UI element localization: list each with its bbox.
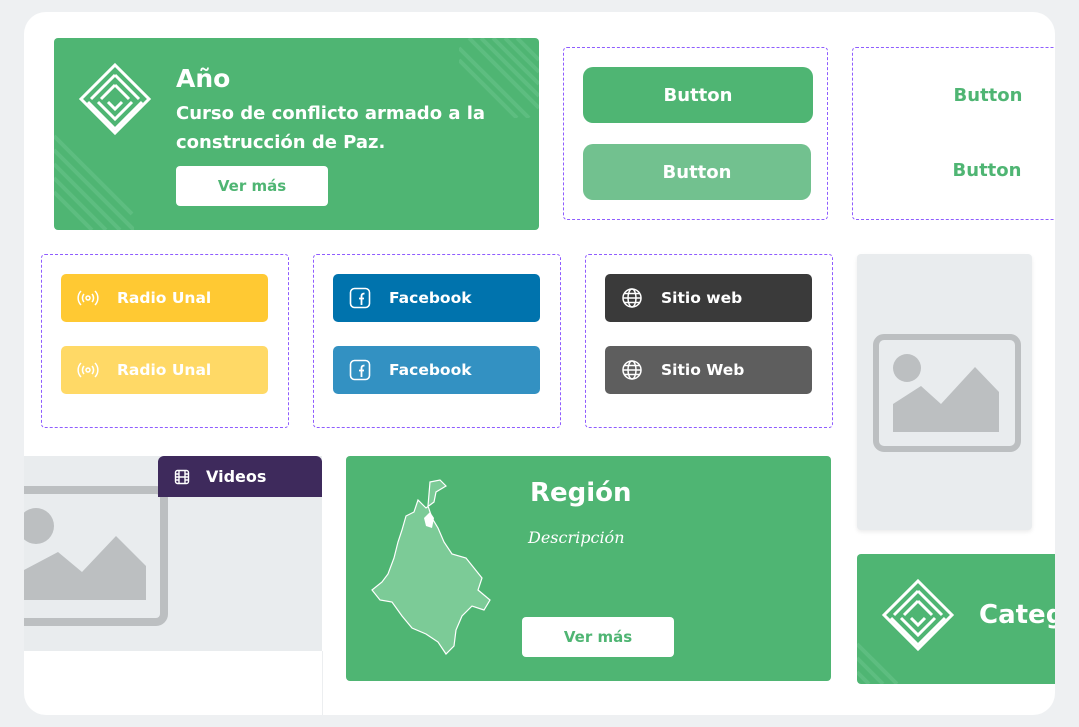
- radio-unal-label: Radio Unal: [117, 361, 212, 379]
- filled-buttons-group: Button Button: [563, 47, 828, 220]
- facebook-label: Facebook: [389, 289, 472, 307]
- image-card[interactable]: [857, 254, 1032, 530]
- radio-buttons-group: Radio Unal Radio Unal: [41, 254, 289, 428]
- videos-tab-label: Videos: [206, 467, 267, 486]
- globe-icon: [621, 287, 643, 309]
- unal-logo-icon: [881, 578, 955, 652]
- category-card: Catego: [857, 554, 1055, 684]
- film-icon: [174, 469, 190, 485]
- region-card: Región Descripción Ver más: [346, 456, 831, 681]
- sitio-web-button[interactable]: Sitio web: [605, 274, 812, 322]
- text-button[interactable]: Button: [913, 72, 1055, 118]
- region-description: Descripción: [528, 528, 625, 547]
- facebook-buttons-group: Facebook Facebook: [313, 254, 561, 428]
- facebook-button-hover[interactable]: Facebook: [333, 346, 540, 394]
- facebook-button[interactable]: Facebook: [333, 274, 540, 322]
- radio-unal-button-hover[interactable]: Radio Unal: [61, 346, 268, 394]
- text-button-hover[interactable]: Button: [913, 147, 1055, 193]
- ver-mas-button[interactable]: Ver más: [522, 617, 674, 657]
- hero-subtitle: Curso de conflicto armado a la construcc…: [176, 103, 486, 153]
- globe-icon: [621, 359, 643, 381]
- sitio-web-label: Sitio web: [661, 289, 743, 307]
- website-buttons-group: Sitio web Sitio Web: [585, 254, 833, 428]
- image-placeholder-icon: [24, 486, 168, 626]
- ver-mas-button[interactable]: Ver más: [176, 166, 328, 206]
- component-canvas: Año Curso de conflicto armado a la const…: [24, 12, 1055, 715]
- hero-title: Año: [176, 64, 231, 93]
- facebook-icon: [349, 287, 371, 309]
- radio-broadcast-icon: [77, 287, 99, 309]
- sitio-web-button-hover[interactable]: Sitio Web: [605, 346, 812, 394]
- radio-unal-label: Radio Unal: [117, 289, 212, 307]
- colombia-map-icon: [371, 479, 491, 655]
- primary-button[interactable]: Button: [583, 67, 813, 123]
- hero-card: Año Curso de conflicto armado a la const…: [54, 38, 539, 230]
- facebook-label: Facebook: [389, 361, 472, 379]
- pattern-decoration-icon: [54, 134, 134, 230]
- sitio-web-label: Sitio Web: [661, 361, 745, 379]
- region-title: Región: [530, 478, 632, 508]
- text-buttons-group: Button Button: [852, 47, 1055, 220]
- radio-broadcast-icon: [77, 359, 99, 381]
- divider: [322, 651, 323, 715]
- facebook-icon: [349, 359, 371, 381]
- category-title: Catego: [979, 600, 1055, 630]
- videos-tab[interactable]: Videos: [158, 456, 322, 497]
- radio-unal-button[interactable]: Radio Unal: [61, 274, 268, 322]
- primary-button-hover[interactable]: Button: [583, 144, 811, 200]
- image-placeholder-icon: [873, 334, 1021, 452]
- unal-logo-icon: [78, 62, 152, 136]
